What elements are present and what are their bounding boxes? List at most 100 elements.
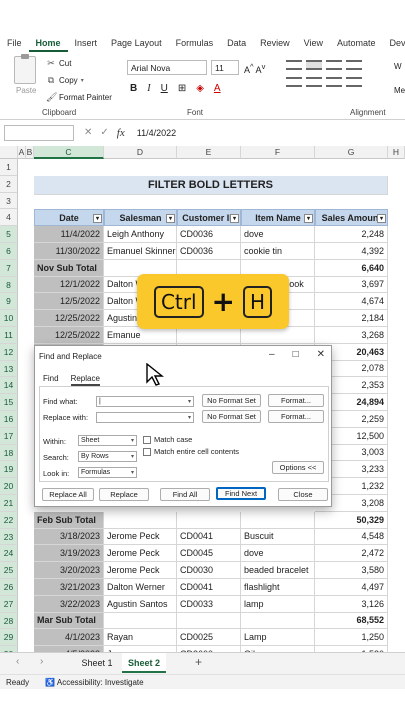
column-header-c[interactable]: C xyxy=(34,146,104,159)
salesman-cell[interactable]: Agustin Santos xyxy=(104,595,177,613)
row-header-25[interactable]: 25 xyxy=(0,562,18,579)
amount-cell[interactable]: 3,268 xyxy=(315,327,388,344)
row-header-18[interactable]: 18 xyxy=(0,444,18,462)
customer-cell[interactable]: CD0041 xyxy=(177,579,241,596)
row-header-15[interactable]: 15 xyxy=(0,394,18,411)
font-grow-shrink[interactable]: A^ Av xyxy=(244,62,265,75)
salesman-cell[interactable]: Jerome Peck xyxy=(104,545,177,563)
date-cell[interactable]: 12/1/2022 xyxy=(34,276,104,294)
replace-format-button[interactable]: Format... xyxy=(268,410,324,423)
row-header-4[interactable]: 4 xyxy=(0,209,18,227)
find-format-button[interactable]: Format... xyxy=(268,394,324,407)
next-sheet-icon[interactable]: › xyxy=(40,656,43,667)
format-painter-button[interactable]: 🖌 Format Painter xyxy=(46,92,112,103)
align-top-icon[interactable] xyxy=(286,60,302,70)
cut-button[interactable]: ✂ Cut xyxy=(46,58,71,69)
ribbon-tab-view[interactable]: View xyxy=(297,34,330,52)
filter-dropdown-icon[interactable]: ▾ xyxy=(230,214,239,224)
ribbon-tab-home[interactable]: Home xyxy=(28,34,68,52)
item-cell[interactable]: Lamp xyxy=(241,629,315,647)
match-entire-checkbox[interactable]: Match entire cell contents xyxy=(143,447,239,456)
item-cell[interactable]: dove xyxy=(241,545,315,563)
ribbon-tab-formulas[interactable]: Formulas xyxy=(169,34,221,52)
font-color-icon[interactable]: A xyxy=(214,83,221,94)
enter-icon[interactable]: ✓ xyxy=(100,127,108,139)
close-icon[interactable]: ✕ xyxy=(317,349,325,360)
row-header-28[interactable]: 28 xyxy=(0,612,18,630)
align-center-icon[interactable] xyxy=(306,77,322,87)
font-size-select[interactable]: 11 xyxy=(211,60,239,75)
row-header-27[interactable]: 27 xyxy=(0,595,18,613)
column-header-g[interactable]: G xyxy=(315,146,388,159)
ribbon-tab-file[interactable]: File xyxy=(0,34,29,52)
item-cell[interactable]: flashlight xyxy=(241,579,315,596)
column-title-4[interactable]: Sales Amount ▾ xyxy=(315,209,388,227)
row-header-24[interactable]: 24 xyxy=(0,545,18,563)
date-cell[interactable]: 11/30/2022 xyxy=(34,243,104,260)
chevron-down-icon[interactable]: ▾ xyxy=(188,413,191,423)
table-cell[interactable] xyxy=(241,511,315,529)
item-cell[interactable]: Buscuit xyxy=(241,528,315,546)
item-cell[interactable]: cookie tin xyxy=(241,243,315,260)
ribbon-tab-review[interactable]: Review xyxy=(253,34,297,52)
cancel-icon[interactable]: ✕ xyxy=(84,127,92,139)
customer-cell[interactable]: CD0045 xyxy=(177,545,241,563)
amount-cell[interactable]: 4,674 xyxy=(315,293,388,311)
filter-dropdown-icon[interactable]: ▾ xyxy=(377,214,386,224)
subtotal-amount[interactable]: 6,640 xyxy=(315,259,388,277)
row-header-8[interactable]: 8 xyxy=(0,276,18,294)
borders-icon[interactable]: ⊞ xyxy=(178,83,186,94)
table-cell[interactable] xyxy=(177,511,241,529)
table-cell[interactable] xyxy=(177,612,241,630)
bold-button[interactable]: B xyxy=(130,83,137,94)
table-cell[interactable] xyxy=(241,612,315,630)
amount-cell[interactable]: 4,392 xyxy=(315,243,388,260)
row-header-17[interactable]: 17 xyxy=(0,427,18,445)
ribbon-tab-deve[interactable]: Deve xyxy=(383,34,405,52)
row-header-3[interactable]: 3 xyxy=(0,192,18,210)
date-cell[interactable]: 4/1/2023 xyxy=(34,629,104,647)
column-header-h[interactable]: H xyxy=(388,146,405,159)
merge-button[interactable]: Me xyxy=(394,86,405,95)
row-header-19[interactable]: 19 xyxy=(0,461,18,479)
amount-cell[interactable]: 4,548 xyxy=(315,528,388,546)
column-header-f[interactable]: F xyxy=(241,146,315,159)
row-header-9[interactable]: 9 xyxy=(0,293,18,311)
date-cell[interactable]: 3/21/2023 xyxy=(34,579,104,596)
minimize-icon[interactable]: – xyxy=(269,349,275,360)
maximize-icon[interactable]: □ xyxy=(293,349,299,360)
within-select[interactable]: Sheet ▾ xyxy=(78,435,137,446)
paste-button[interactable]: Paste xyxy=(16,86,36,95)
customer-cell[interactable]: CD0036 xyxy=(177,243,241,260)
select-all-corner[interactable] xyxy=(0,146,18,159)
formula-input[interactable]: 11/4/2022 xyxy=(137,128,176,138)
amount-cell[interactable]: 1,250 xyxy=(315,629,388,647)
customer-cell[interactable]: CD0036 xyxy=(177,226,241,243)
column-title-3[interactable]: Item Name ▾ xyxy=(241,209,315,227)
item-cell[interactable] xyxy=(241,327,315,344)
customer-cell[interactable]: CD0025 xyxy=(177,629,241,647)
item-cell[interactable]: dove xyxy=(241,226,315,243)
replace-all-button[interactable]: Replace All xyxy=(42,488,94,501)
salesman-cell[interactable]: Emanuel Skinner xyxy=(104,243,177,260)
align-right-icon[interactable] xyxy=(326,77,342,87)
row-header-7[interactable]: 7 xyxy=(0,259,18,277)
underline-button[interactable]: U xyxy=(161,83,168,94)
date-cell[interactable]: 12/25/2022 xyxy=(34,310,104,327)
subtotal-amount[interactable]: 68,552 xyxy=(315,612,388,630)
filter-dropdown-icon[interactable]: ▾ xyxy=(166,214,175,224)
chevron-down-icon[interactable]: ▾ xyxy=(188,397,191,407)
customer-cell[interactable] xyxy=(177,327,241,344)
salesman-cell[interactable]: Emanue xyxy=(104,327,177,344)
ribbon-tab-page-layout[interactable]: Page Layout xyxy=(104,34,169,52)
close-button[interactable]: Close xyxy=(278,488,328,501)
row-header-20[interactable]: 20 xyxy=(0,478,18,495)
options-button[interactable]: Options << xyxy=(272,461,324,474)
ribbon-tab-data[interactable]: Data xyxy=(220,34,253,52)
fill-color-icon[interactable]: ◈ xyxy=(196,83,204,94)
font-name-select[interactable]: Arial Nova xyxy=(127,60,207,75)
item-cell[interactable]: beaded bracelet xyxy=(241,562,315,579)
row-header-14[interactable]: 14 xyxy=(0,377,18,395)
filter-dropdown-icon[interactable]: ▾ xyxy=(304,214,313,224)
search-select[interactable]: By Rows ▾ xyxy=(78,451,137,462)
